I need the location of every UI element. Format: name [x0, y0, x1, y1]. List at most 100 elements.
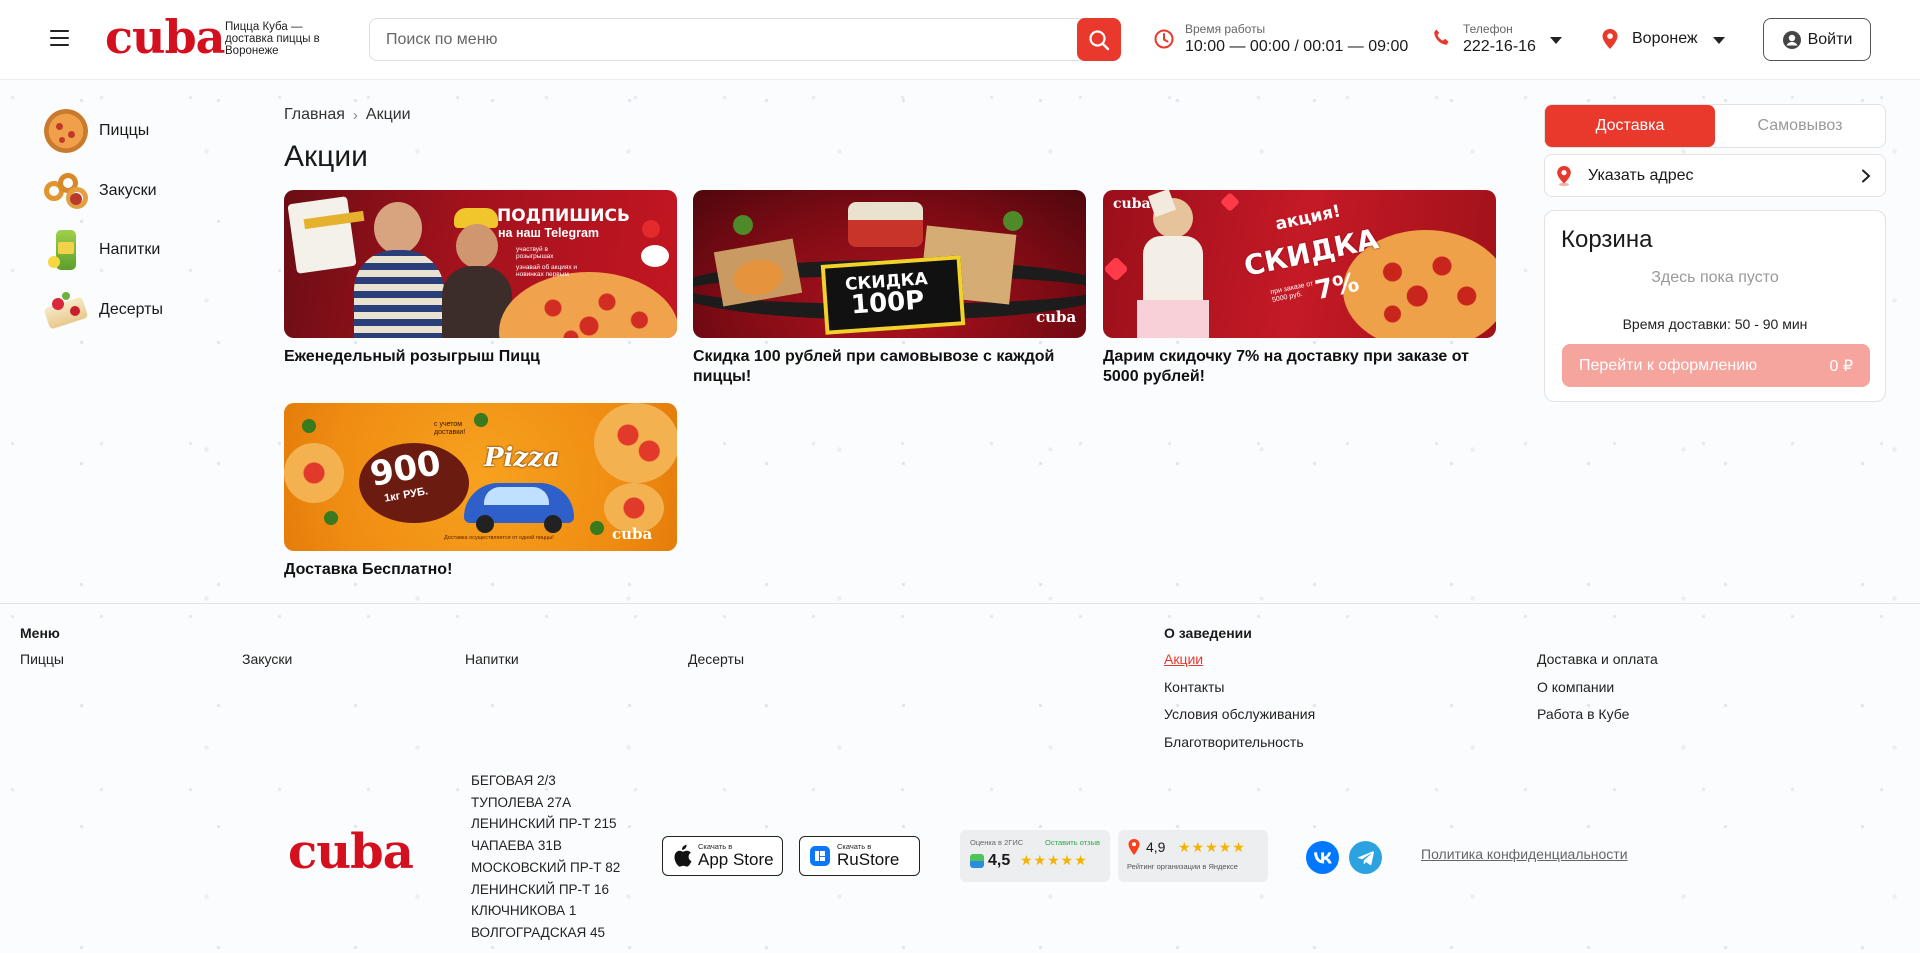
address-list: БЕГОВАЯ 2/3 ТУПОЛЕВА 27А ЛЕНИНСКИЙ ПР-Т … [471, 770, 620, 944]
banner-text-secondary: 100Р [850, 285, 926, 321]
appstore-button[interactable]: Скачать в App Store [662, 836, 783, 876]
phone-icon [1432, 28, 1452, 48]
footer-link-desserts[interactable]: Десерты [688, 651, 744, 667]
clock-icon [1153, 28, 1175, 50]
login-button[interactable]: Войти [1763, 18, 1871, 61]
cart-title: Корзина [1561, 226, 1653, 253]
footer-link-delivery-payment[interactable]: Доставка и оплата [1537, 651, 1658, 667]
header: cuba Пицца Куба — доставка пиццы в Ворон… [0, 0, 1920, 80]
banner-text-primary: ПОДПИШИСЬ [497, 206, 630, 226]
tagline: Пицца Куба — доставка пиццы в Воронеже [225, 21, 320, 57]
promo-card-telegram[interactable]: ПОДПИШИСЬ на наш Telegram участвуй в роз… [284, 190, 677, 367]
login-label: Войти [1807, 30, 1853, 48]
yandex-rating: 4,9 [1146, 839, 1166, 855]
yandex-pin-icon [1127, 838, 1141, 856]
promo-card-pickup-discount[interactable]: СКИДКА 100Р cuba Скидка 100 рублей при с… [693, 190, 1086, 387]
sidebar-item-pizzas[interactable]: Пиццы [44, 109, 149, 153]
pizza-icon [44, 109, 88, 153]
address-item: МОСКОВСКИЙ ПР-Т 82 [471, 859, 621, 875]
footer-link-promos[interactable]: Акции [1164, 651, 1203, 667]
sidebar-item-desserts[interactable]: Десерты [43, 288, 164, 332]
search-box [369, 18, 1121, 61]
2gis-rating-widget[interactable]: Оценка в 2ГИС Оставить отзыв 4,5 ★★★★★ [960, 830, 1110, 882]
banner-logo: cuba [1113, 196, 1151, 212]
promo-title[interactable]: Доставка Бесплатно! [284, 560, 677, 580]
checkout-label: Перейти к оформлению [1579, 356, 1758, 374]
breadcrumb: Главная › Акции [284, 106, 411, 124]
yandex-rating-widget[interactable]: 4,9 ★★★★★ Рейтинг организации в Яндексе [1118, 830, 1268, 882]
footer-logo[interactable]: cuba [288, 824, 414, 880]
phone-dropdown-icon[interactable] [1550, 37, 1562, 44]
search-icon [1089, 29, 1110, 50]
checkout-button[interactable]: Перейти к оформлению 0 ₽ [1562, 344, 1870, 387]
user-icon [1782, 30, 1801, 49]
footer-link-careers[interactable]: Работа в Кубе [1537, 706, 1629, 722]
city-selector[interactable]: Воронеж [1632, 30, 1698, 48]
address-pin-icon [1555, 165, 1573, 187]
footer-link-drinks[interactable]: Напитки [465, 651, 519, 667]
rustore-button[interactable]: Скачать в RuStore [799, 836, 920, 876]
promo-title[interactable]: Дарим скидочку 7% на доставку при заказе… [1103, 347, 1496, 387]
banner-logo: cuba [1036, 308, 1077, 326]
2gis-rating: 4,5 [988, 852, 1011, 869]
promo-title[interactable]: Скидка 100 рублей при самовывозе с каждо… [693, 347, 1086, 387]
address-item: КЛЮЧНИКОВА 1 [471, 903, 577, 919]
vk-icon[interactable] [1306, 841, 1339, 874]
2gis-stars-icon: ★★★★★ [1020, 852, 1088, 868]
address-item: ВОЛГОГРАДСКАЯ 45 [471, 924, 605, 940]
sidebar-item-label: Пиццы [99, 122, 150, 139]
banner-text-pizza: Pizza [484, 443, 560, 473]
address-item: ТУПОЛЕВА 27А [471, 794, 572, 810]
footer-link-pizzas[interactable]: Пиццы [20, 651, 64, 667]
phone-value[interactable]: 222-16-16 [1463, 38, 1536, 56]
privacy-policy-link[interactable]: Политика конфиденциальности [1421, 846, 1628, 862]
2gis-label: Оценка в 2ГИС [970, 838, 1024, 847]
rustore-big-text: RuStore [837, 850, 900, 869]
sidebar-item-snacks[interactable]: Закуски [44, 169, 157, 213]
banner-text-footnote: Доставка осуществляется от одной пиццы! [444, 535, 554, 541]
promo-title[interactable]: Еженедельный розыгрыш Пицц [284, 347, 677, 367]
page-title: Акции [284, 140, 368, 173]
search-input[interactable] [386, 19, 1066, 60]
footer-link-charity[interactable]: Благотворительность [1164, 734, 1304, 750]
address-selector[interactable]: Указать адрес [1544, 154, 1886, 197]
promo-card-delivery-discount[interactable]: cuba акция! СКИДКА при заказе от 5000 ру… [1103, 190, 1496, 387]
hours-label: Время работы [1185, 22, 1266, 36]
order-mode-tabs: Доставка Самовывоз [1544, 104, 1886, 148]
footer-link-terms[interactable]: Условия обслуживания [1164, 706, 1315, 722]
footer-link-about-company[interactable]: О компании [1537, 679, 1614, 695]
address-label: Указать адрес [1588, 166, 1694, 184]
address-item: ЧАПАЕВА 31В [471, 838, 562, 854]
address-item: БЕГОВАЯ 2/3 [471, 773, 556, 788]
footer-link-contacts[interactable]: Контакты [1164, 679, 1224, 695]
banner-text-small-1: участвуй в розыгрышах [516, 246, 554, 260]
sidebar-item-drinks[interactable]: Напитки [44, 228, 160, 272]
banner-text-secondary: на наш Telegram [498, 226, 600, 240]
tab-delivery[interactable]: Доставка [1545, 105, 1715, 147]
tab-pickup[interactable]: Самовывоз [1715, 105, 1885, 147]
breadcrumb-current: Акции [365, 106, 411, 123]
promo-banner-image: ПОДПИШИСЬ на наш Telegram участвуй в роз… [284, 190, 677, 338]
2gis-icon [970, 854, 984, 868]
menu-icon[interactable] [50, 30, 69, 46]
snacks-icon [44, 169, 88, 213]
footer-link-snacks[interactable]: Закуски [242, 651, 292, 667]
2gis-review-link[interactable]: Оставить отзыв [1045, 838, 1100, 847]
promo-banner-image: cuba акция! СКИДКА при заказе от 5000 ру… [1103, 190, 1496, 338]
phone-label: Телефон [1463, 22, 1513, 36]
telegram-icon[interactable] [1349, 841, 1382, 874]
cart-panel: Корзина Здесь пока пусто Время доставки:… [1544, 210, 1886, 402]
rustore-icon [810, 846, 830, 866]
search-button[interactable] [1077, 18, 1121, 61]
breadcrumb-home[interactable]: Главная [284, 106, 345, 124]
footer-menu-heading: Меню [20, 625, 60, 641]
promo-card-free-delivery[interactable]: 900 1кг РУБ. с учетом доставки! Pizza До… [284, 403, 677, 580]
city-dropdown-icon[interactable] [1713, 37, 1725, 44]
yandex-stars-icon: ★★★★★ [1178, 839, 1246, 855]
footer-about-heading: О заведении [1164, 625, 1252, 641]
sidebar-item-label: Десерты [99, 301, 164, 318]
logo[interactable]: cuba [105, 14, 225, 60]
promo-banner-image: СКИДКА 100Р cuba [693, 190, 1086, 338]
address-item: ЛЕНИНСКИЙ ПР-Т 215 [471, 816, 617, 832]
drinks-icon [44, 228, 88, 272]
